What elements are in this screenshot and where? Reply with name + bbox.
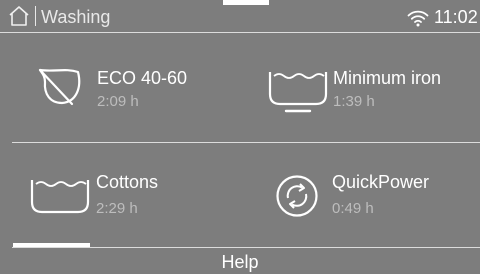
program-cottons[interactable]: Cottons 2:29 h bbox=[20, 144, 250, 246]
quickpower-icon bbox=[276, 175, 318, 217]
home-icon[interactable] bbox=[8, 5, 30, 27]
breadcrumb-divider bbox=[35, 6, 36, 26]
program-quickpower[interactable]: QuickPower 0:49 h bbox=[250, 144, 480, 246]
tub-icon bbox=[30, 180, 90, 214]
program-name: ECO 40-60 bbox=[97, 68, 188, 88]
footer-divider bbox=[12, 247, 480, 248]
clock: 11:02 bbox=[434, 7, 478, 27]
program-name: Minimum iron bbox=[333, 68, 442, 88]
wifi-icon bbox=[407, 10, 429, 27]
page-title: Washing bbox=[41, 7, 111, 27]
grid-divider bbox=[12, 142, 480, 143]
program-name: QuickPower bbox=[332, 172, 430, 192]
washing-program-screen: Washing 11:02 ECO 40-60 2:09 h Minimum i… bbox=[0, 0, 480, 274]
program-duration: 0:49 h bbox=[332, 200, 374, 217]
program-minimum-iron[interactable]: Minimum iron 1:39 h bbox=[250, 40, 480, 142]
status-bar: Washing 11:02 bbox=[0, 0, 480, 33]
leaf-icon bbox=[38, 68, 81, 106]
tub-minimum-iron-icon bbox=[268, 72, 328, 113]
help-button[interactable]: Help bbox=[0, 251, 480, 274]
program-duration: 1:39 h bbox=[333, 93, 375, 110]
program-name: Cottons bbox=[96, 172, 159, 192]
program-duration: 2:09 h bbox=[97, 93, 139, 110]
pull-down-handle[interactable] bbox=[223, 0, 269, 5]
program-eco-40-60[interactable]: ECO 40-60 2:09 h bbox=[20, 40, 250, 142]
program-duration: 2:29 h bbox=[96, 200, 138, 217]
